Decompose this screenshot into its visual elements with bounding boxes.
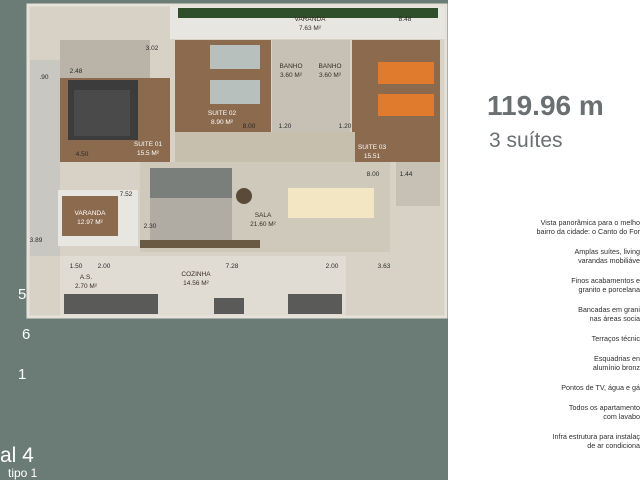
feature-item: Finos acabamentos e granito e porcelana: [500, 276, 640, 294]
bed-master-cover: [74, 90, 130, 136]
feature-line: alumínio bronz: [592, 363, 640, 372]
feature-line: de ar condiciona: [587, 441, 640, 450]
bed-s2-a: [210, 45, 260, 69]
suite-03-area: 15.51: [364, 153, 381, 160]
suite-03-name: SUITE 03: [358, 144, 387, 151]
dim-200a: 2.00: [98, 263, 111, 270]
feature-item: Bancadas em grani nas áreas socia: [500, 305, 640, 323]
varanda-small-area: 12.97 M²: [77, 219, 103, 226]
dim-848: 8.48: [399, 16, 412, 23]
suite-02-name: SUITE 02: [208, 110, 237, 117]
feature-item: Terraços técnic: [500, 334, 640, 343]
feature-item: Esquadrias en alumínio bronz: [500, 354, 640, 372]
feature-line: nas áreas socia: [589, 314, 640, 323]
feature-line: varandas mobiliáve: [578, 256, 640, 265]
dim-120b: 1.20: [339, 123, 352, 130]
tipo-label: tipo 1: [8, 466, 38, 480]
varanda-top-area: 7.63 M²: [299, 25, 322, 32]
banho-2-area: 3.60 M²: [319, 72, 342, 79]
feature-item: Vista panorâmica para o melho bairro da …: [500, 218, 640, 236]
suite-master-name: SUITE 01: [134, 141, 163, 148]
corridor: [175, 132, 355, 162]
suite-02-area: 8.90 M²: [211, 119, 234, 126]
kitchen-counter-a: [64, 294, 158, 314]
sala-name: SALA: [255, 212, 272, 219]
dim-248: 2.48: [70, 68, 83, 75]
dim-150: 1.50: [70, 263, 83, 270]
dim-120a: 1.20: [279, 123, 292, 130]
stone-strip: [30, 60, 60, 256]
feature-line: Vista panorâmica para o melho: [540, 218, 640, 227]
banho-1-area: 3.60 M²: [280, 72, 303, 79]
feature-line: Todos os apartamento: [568, 403, 640, 412]
banho-2-floor: [310, 40, 350, 132]
as-name: A.S.: [80, 274, 92, 281]
feature-item: Infra estrutura para instalaç de ar cond…: [500, 432, 640, 450]
varanda-top-name: VARANDA: [295, 16, 327, 23]
building-number-5: 5: [18, 286, 27, 303]
bed-s3-a: [378, 62, 434, 84]
feature-item: Pontos de TV, água e gá: [500, 383, 640, 392]
dim-302: 3.02: [146, 45, 159, 52]
feature-line: Bancadas em grani: [578, 305, 640, 314]
armchair: [236, 188, 252, 204]
lavabo: [396, 162, 440, 206]
bed-s2-b: [210, 80, 260, 104]
banho-1-name: BANHO: [279, 63, 302, 70]
feature-line: Infra estrutura para instalaç: [552, 432, 640, 441]
features-list: Vista panorâmica para o melho bairro da …: [500, 218, 640, 461]
dim-230: 2.30: [144, 223, 157, 230]
floor-plan: VARANDA 7.63 M² SUITE 01 15.5 M² SUITE 0…: [26, 3, 448, 319]
suites-count: 3 suítes: [489, 129, 563, 152]
feature-line: Terraços técnic: [591, 334, 640, 343]
cozinha-area: 14.56 M²: [183, 280, 209, 287]
building-number-6: 6: [22, 326, 31, 343]
rug: [150, 198, 232, 240]
dim-200b: 2.00: [326, 263, 339, 270]
building-number-1: 1: [18, 366, 27, 383]
tv-panel: [140, 240, 260, 248]
feature-line: Amplas suítes, living: [574, 247, 640, 256]
final-label: al 4: [0, 444, 34, 467]
kitchen-counter-b: [288, 294, 342, 314]
varanda-small-name: VARANDA: [75, 210, 107, 217]
kitchen-sink: [214, 298, 244, 314]
suite-master-area: 15.5 M²: [137, 150, 160, 157]
feature-line: Finos acabamentos e: [571, 276, 640, 285]
dim-800b: 8.00: [367, 171, 380, 178]
banho-2-name: BANHO: [318, 63, 341, 70]
dim-450: 4.50: [76, 151, 89, 158]
cozinha-name: COZINHA: [181, 271, 211, 278]
feature-line: Esquadrias en: [594, 354, 640, 363]
dim-389: 3.89: [30, 237, 43, 244]
total-area: 119.96 m: [487, 90, 604, 121]
sala-area: 21.60 M²: [250, 221, 276, 228]
feature-line: granito e porcelana: [578, 285, 640, 294]
feature-item: Todos os apartamento com lavabo: [500, 403, 640, 421]
bed-s3-b: [378, 94, 434, 116]
feature-line: com lavabo: [603, 412, 640, 421]
dim-144: 1.44: [400, 171, 413, 178]
feature-line: bairro da cidade: o Canto do For: [536, 227, 640, 236]
feature-item: Amplas suítes, living varandas mobiliáve: [500, 247, 640, 265]
dim-363: 3.63: [378, 263, 391, 270]
as-area: 2.70 M²: [75, 283, 98, 290]
dim-90: .90: [39, 74, 48, 81]
dining-table: [288, 188, 374, 218]
dim-800a: 8.00: [243, 123, 256, 130]
dim-728: 7.28: [226, 263, 239, 270]
banho-1-floor: [272, 40, 310, 132]
dim-752: 7.52: [120, 191, 133, 198]
feature-line: Pontos de TV, água e gá: [561, 383, 640, 392]
sofa: [150, 168, 232, 198]
